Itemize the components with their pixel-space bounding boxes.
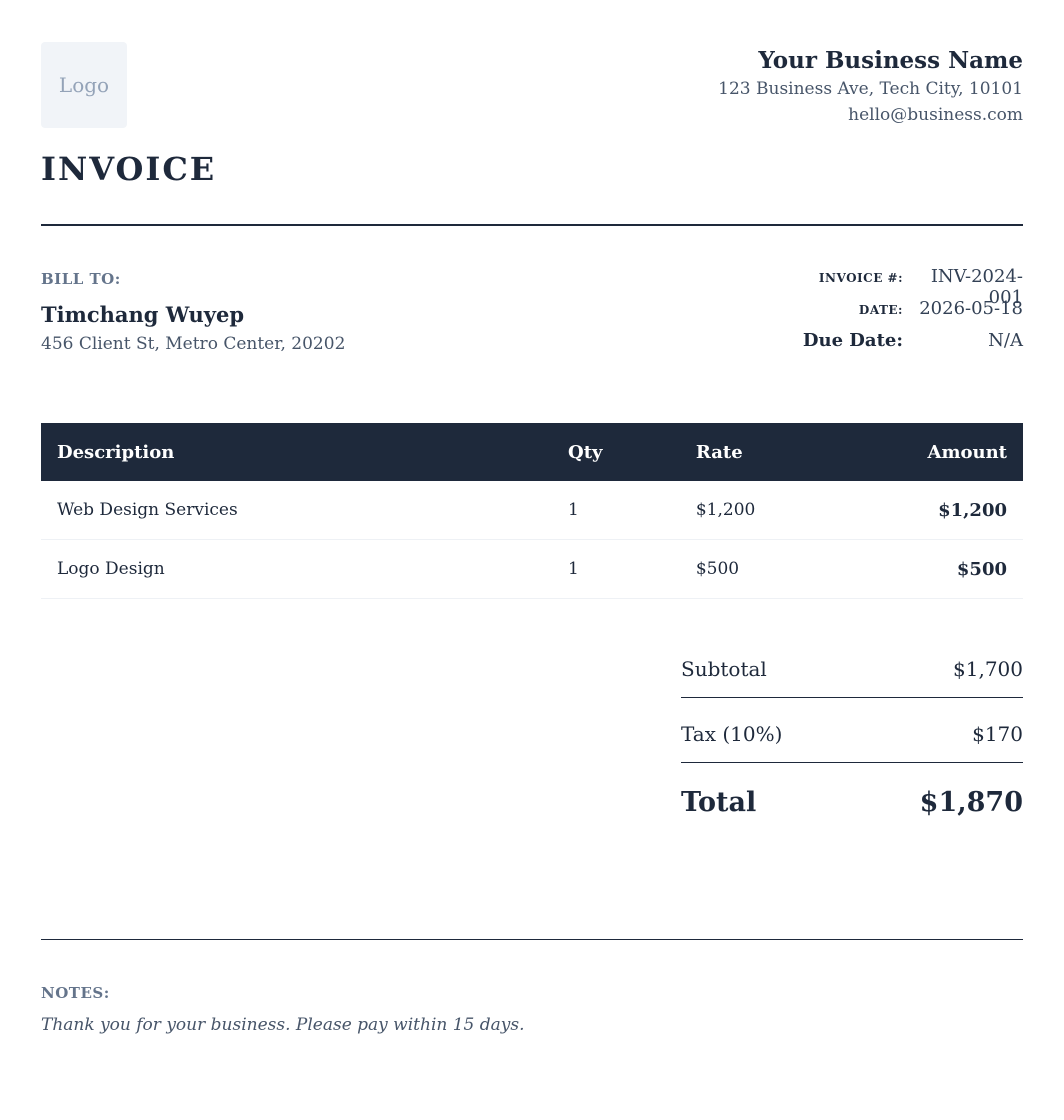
- meta-row-invoice-number: INVOICE #: INV-2024-001: [723, 266, 1023, 308]
- notes-text: Thank you for your business. Please pay …: [41, 1015, 525, 1035]
- business-email: hello@business.com: [848, 105, 1023, 125]
- row-amount: $1,200: [911, 481, 1023, 540]
- meta-row-due-date: Due Date: N/A: [723, 330, 1023, 362]
- business-address: 123 Business Ave, Tech City, 10101: [718, 79, 1023, 99]
- tax-label: Tax (10%): [681, 721, 783, 746]
- row-rate: $1,200: [679, 481, 912, 540]
- total-value: $1,870: [919, 786, 1023, 818]
- client-address: 456 Client St, Metro Center, 20202: [41, 334, 346, 354]
- subtotal-row: Subtotal $1,700: [681, 640, 1023, 698]
- table-row: Web Design Services 1 $1,200 $1,200: [41, 481, 1023, 540]
- logo-label: Logo: [58, 73, 110, 97]
- total-label: Total: [681, 786, 757, 818]
- header-description: Description: [41, 423, 553, 481]
- business-info: Your Business Name 123 Business Ave, Tec…: [718, 46, 1023, 128]
- subtotal-label: Subtotal: [681, 656, 767, 681]
- line-items-table: Description Qty Rate Amount Web Design S…: [41, 423, 1023, 599]
- invoice-page: Logo INVOICE Your Business Name 123 Busi…: [0, 0, 1064, 1120]
- notes-label: NOTES:: [41, 984, 110, 1002]
- header-amount: Amount: [911, 423, 1023, 481]
- header-rate: Rate: [679, 423, 912, 481]
- bill-to-label: BILL TO:: [41, 270, 121, 288]
- row-rate: $500: [679, 539, 912, 599]
- row-amount: $500: [911, 539, 1023, 599]
- logo-placeholder: Logo: [41, 42, 127, 128]
- table-header-row: Description Qty Rate Amount: [41, 423, 1023, 481]
- header-divider: [41, 224, 1023, 226]
- invoice-number-label: INVOICE #:: [818, 271, 903, 285]
- row-qty: 1: [552, 481, 680, 540]
- tax-row: Tax (10%) $170: [681, 705, 1023, 763]
- footer-divider: [41, 939, 1023, 940]
- due-date-value: N/A: [988, 330, 1023, 351]
- totals-section: Subtotal $1,700 Tax (10%) $170 Total $1,…: [681, 640, 1023, 834]
- row-description: Web Design Services: [41, 481, 553, 540]
- due-date-label: Due Date:: [802, 330, 903, 351]
- business-name: Your Business Name: [758, 47, 1023, 74]
- date-value: 2026-05-18: [919, 298, 1023, 319]
- row-description: Logo Design: [41, 539, 553, 599]
- tax-value: $170: [972, 721, 1023, 746]
- meta-row-date: DATE: 2026-05-18: [723, 298, 1023, 330]
- invoice-title: INVOICE: [41, 150, 217, 188]
- header-qty: Qty: [552, 423, 680, 481]
- client-name: Timchang Wuyep: [41, 302, 244, 327]
- total-row: Total $1,870: [681, 770, 1023, 834]
- subtotal-value: $1,700: [953, 656, 1023, 681]
- date-label: DATE:: [858, 303, 903, 317]
- row-qty: 1: [552, 539, 680, 599]
- invoice-meta: INVOICE #: INV-2024-001 DATE: 2026-05-18…: [723, 266, 1023, 362]
- table-row: Logo Design 1 $500 $500: [41, 539, 1023, 599]
